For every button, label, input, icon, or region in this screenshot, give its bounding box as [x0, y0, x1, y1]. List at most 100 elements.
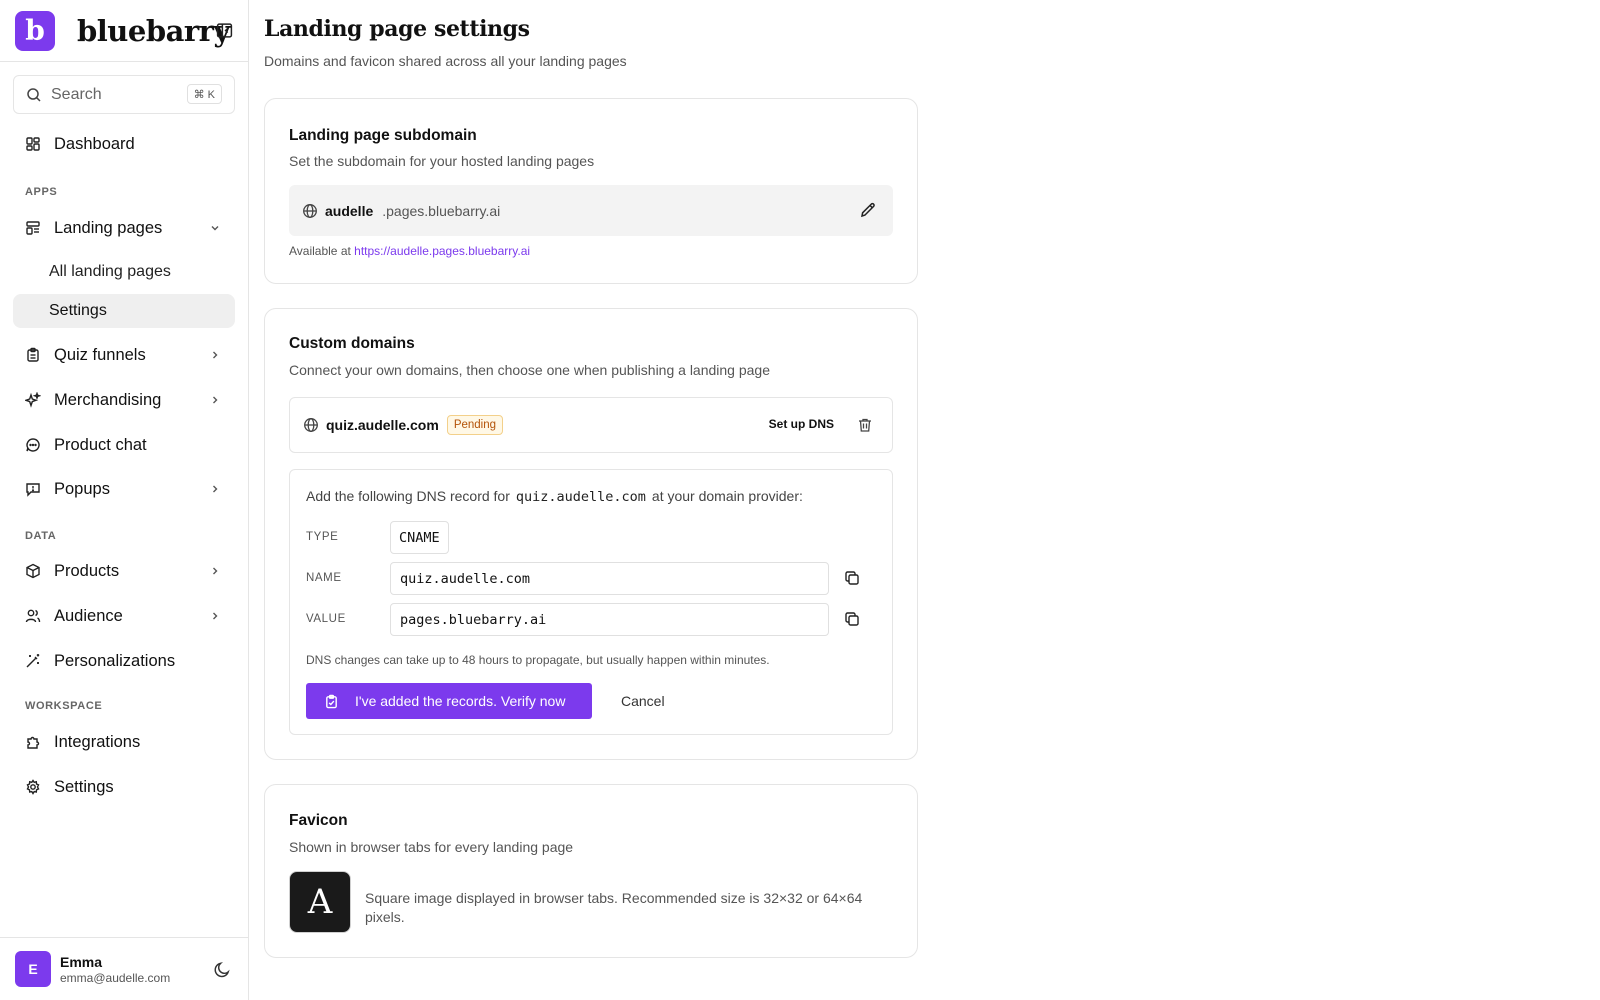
cancel-button[interactable]: Cancel: [621, 693, 665, 709]
custom-domains-card: Custom domains Connect your own domains,…: [264, 308, 918, 760]
sidebar-item-popups[interactable]: Popups: [13, 471, 235, 507]
dns-value-label: VALUE: [306, 613, 346, 625]
sidebar-item-product-chat[interactable]: Product chat: [13, 427, 235, 463]
search-input[interactable]: Search ⌘ K: [13, 75, 235, 114]
sidebar-item-label: Product chat: [54, 435, 147, 454]
chevron-right-icon: [213, 612, 218, 620]
sidebar-item-landing-pages[interactable]: Landing pages: [13, 210, 235, 246]
card-title: Custom domains: [289, 335, 415, 352]
dns-name-label: NAME: [306, 572, 342, 584]
puzzle-icon: [27, 736, 40, 749]
sidebar-item-label: Audience: [54, 606, 123, 625]
users-icon: [25, 609, 41, 623]
dns-note: DNS changes can take up to 48 hours to p…: [306, 653, 770, 667]
subdomain-link[interactable]: https://audelle.pages.bluebarry.ai: [354, 244, 530, 258]
globe-icon: [303, 203, 317, 218]
dns-intro-text: Add the following DNS record for: [306, 488, 510, 504]
brand-logo[interactable]: b: [15, 10, 55, 51]
card-description: Shown in browser tabs for every landing …: [289, 839, 574, 855]
layout-icon: [26, 221, 40, 235]
section-label-apps: APPS: [25, 186, 58, 198]
magic-wand-icon: [26, 654, 40, 668]
section-label-workspace: WORKSPACE: [25, 700, 103, 712]
card-title: Landing page subdomain: [289, 127, 477, 144]
domain-name: quiz.audelle.com: [326, 417, 439, 433]
dns-type-value: CNAME: [390, 521, 449, 554]
sidebar-toggle-icon[interactable]: [216, 22, 233, 39]
search-shortcut: ⌘ K: [186, 84, 222, 104]
moon-icon[interactable]: [213, 960, 232, 979]
dns-intro-text: at your domain provider:: [651, 488, 803, 504]
sidebar-item-dashboard[interactable]: Dashboard: [13, 126, 235, 162]
domain-row: quiz.audelle.com Pending Set up DNS: [289, 397, 893, 453]
sidebar-item-label: Personalizations: [54, 651, 176, 670]
chevron-right-icon: [213, 396, 218, 404]
avatar: E: [15, 951, 51, 987]
user-email: emma@audelle.com: [60, 970, 171, 985]
trash-icon[interactable]: [857, 417, 873, 433]
favicon-info: Square image displayed in browser tabs. …: [365, 890, 863, 925]
chevron-right-icon: [213, 567, 218, 575]
sidebar-item-products[interactable]: Products: [13, 553, 235, 589]
sidebar-item-label: Landing pages: [54, 218, 163, 237]
user-info: Emma emma@audelle.com: [60, 954, 170, 985]
subdomain-field: audelle .pages.bluebarry.ai: [289, 185, 893, 236]
sidebar-item-quiz-funnels[interactable]: Quiz funnels: [13, 337, 235, 373]
dns-value-field[interactable]: pages.bluebarry.ai: [390, 603, 829, 636]
package-icon: [26, 563, 40, 579]
section-label-data: DATA: [25, 530, 57, 542]
sidebar-subitem-settings[interactable]: Settings: [13, 294, 235, 328]
pencil-icon[interactable]: [859, 201, 877, 219]
card-title: Favicon: [289, 812, 348, 829]
subdomain-value: audelle: [325, 202, 374, 219]
brand-header: b bluebarry: [0, 0, 248, 62]
favicon-preview[interactable]: A: [289, 871, 351, 933]
chat-bubble-icon: [26, 438, 40, 452]
dns-name-field[interactable]: quiz.audelle.com: [390, 562, 829, 595]
sidebar-item-label: Merchandising: [54, 390, 162, 409]
dns-intro: Add the following DNS record for quiz.aud…: [306, 488, 803, 505]
dashboard-icon: [26, 137, 40, 151]
chevron-down-icon: [211, 226, 219, 231]
copy-icon[interactable]: [844, 570, 860, 586]
globe-icon: [304, 418, 318, 432]
clipboard-icon: [27, 347, 39, 362]
clipboard-check-icon: [326, 694, 337, 708]
chevron-right-icon: [213, 351, 218, 359]
sidebar-item-label: Settings: [54, 777, 114, 796]
sidebar-item-label: Dashboard: [54, 134, 135, 153]
available-prefix: Available at: [289, 244, 355, 258]
gear-icon: [26, 779, 40, 795]
page-subtitle: Domains and favicon shared across all yo…: [264, 53, 627, 69]
verify-button-label: I've added the records. Verify now: [355, 693, 566, 709]
dns-type-label: TYPE: [306, 531, 339, 543]
brand-name: bluebarry: [77, 13, 230, 48]
sidebar: b bluebarry Search ⌘ K Dashboard APPS La…: [0, 0, 249, 1000]
copy-icon[interactable]: [844, 611, 860, 627]
card-description: Set the subdomain for your hosted landin…: [289, 153, 595, 169]
setup-dns-button[interactable]: Set up DNS: [769, 417, 834, 431]
favicon-card: Favicon Shown in browser tabs for every …: [264, 784, 918, 958]
sidebar-item-label: Products: [54, 561, 120, 580]
page-title: Landing page settings: [264, 16, 530, 42]
sidebar-item-merchandising[interactable]: Merchandising: [13, 382, 235, 418]
sidebar-item-label: Popups: [54, 479, 110, 498]
subdomain-suffix: .pages.bluebarry.ai: [382, 202, 501, 219]
chevron-right-icon: [213, 485, 218, 493]
sidebar-item-personalizations[interactable]: Personalizations: [13, 643, 235, 679]
message-alert-icon: [26, 483, 40, 497]
sidebar-item-audience[interactable]: Audience: [13, 598, 235, 634]
sidebar-item-integrations[interactable]: Integrations: [13, 724, 235, 760]
sidebar-subitem-all-landing-pages[interactable]: All landing pages: [13, 255, 235, 289]
verify-button[interactable]: I've added the records. Verify now: [306, 683, 592, 719]
sidebar-item-label: Integrations: [54, 732, 141, 751]
search-icon: [27, 87, 41, 102]
subdomain-card: Landing page subdomain Set the subdomain…: [264, 98, 918, 284]
dns-instructions: Add the following DNS record for quiz.aud…: [289, 469, 893, 735]
sparkles-icon: [25, 392, 41, 408]
user-name: Emma: [60, 953, 103, 970]
card-description: Connect your own domains, then choose on…: [289, 362, 771, 378]
sidebar-item-settings[interactable]: Settings: [13, 769, 235, 805]
user-profile[interactable]: E Emma emma@audelle.com: [0, 937, 248, 1000]
search-placeholder: Search: [51, 85, 102, 103]
